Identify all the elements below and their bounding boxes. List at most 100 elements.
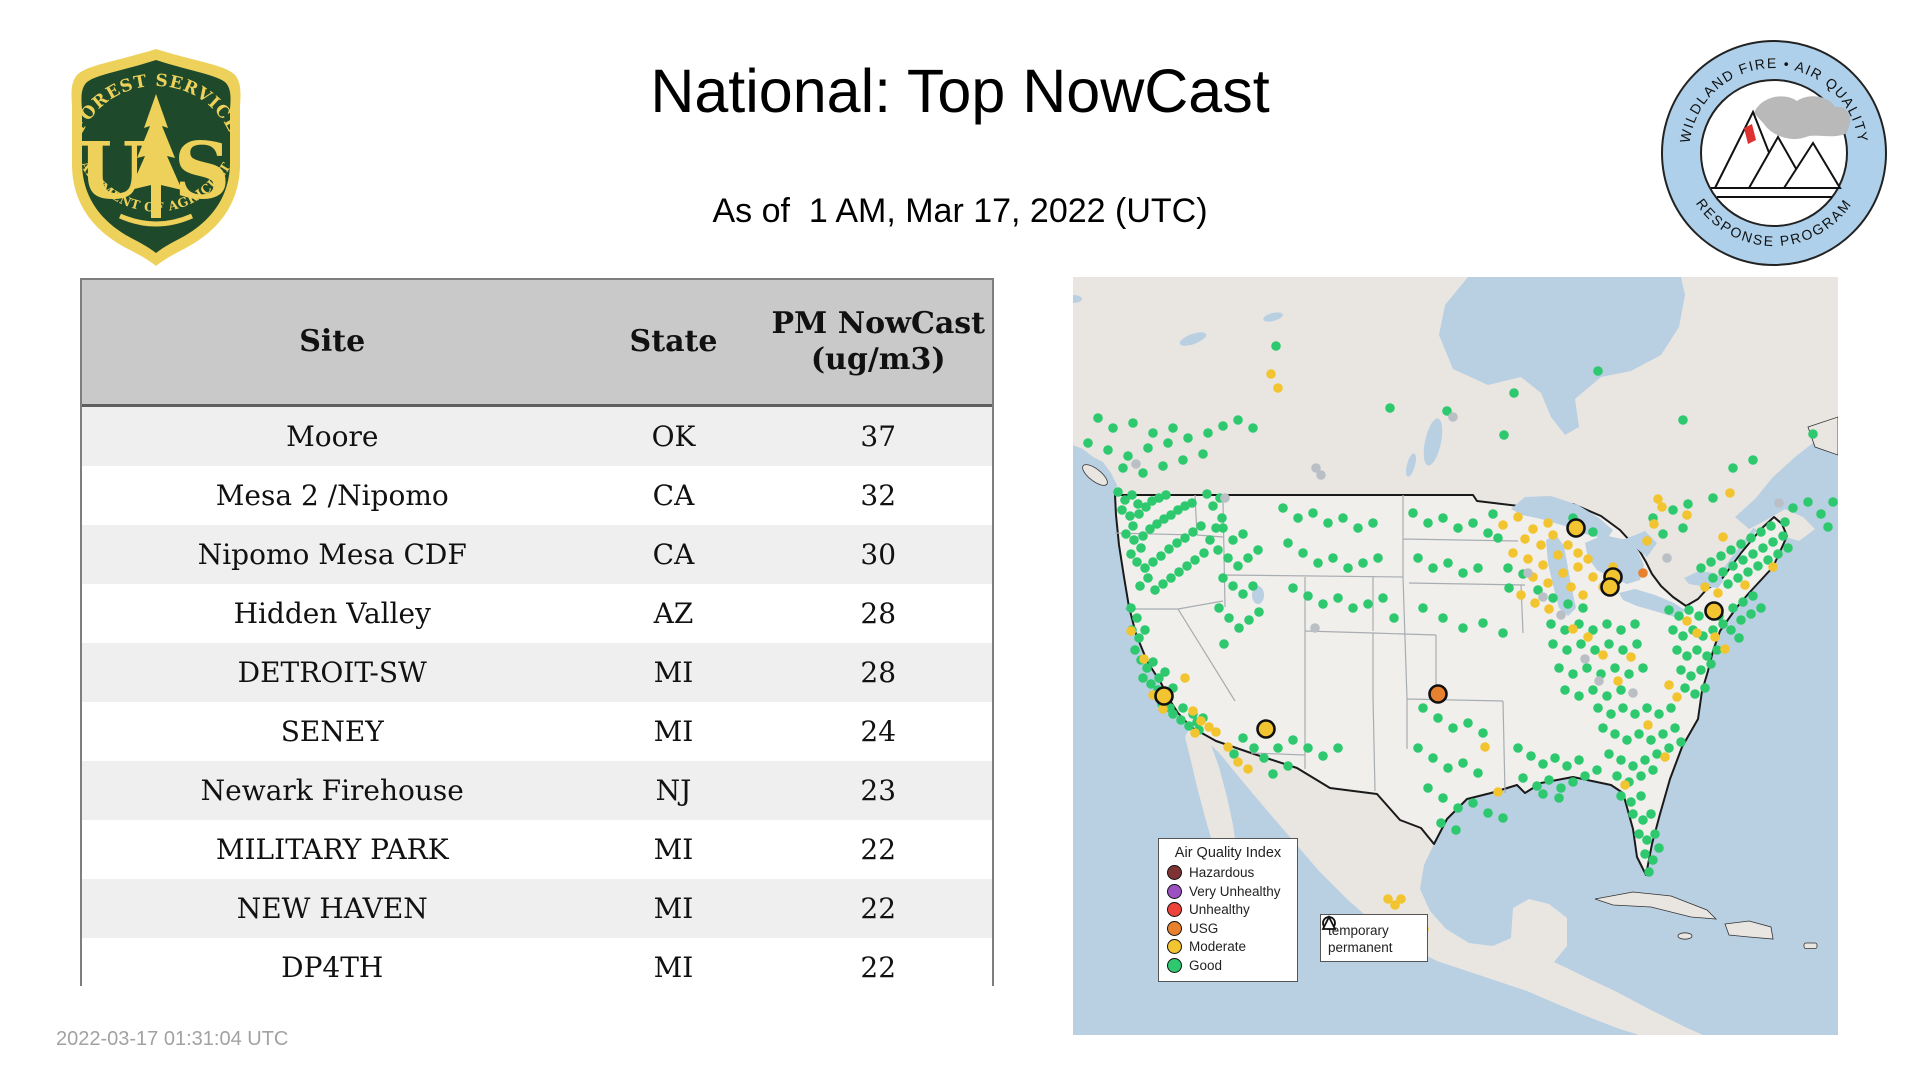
monitor-dot <box>1303 591 1313 601</box>
monitor-dot <box>1746 609 1756 619</box>
monitor-dot <box>1199 548 1209 558</box>
monitor-dot <box>1223 553 1233 563</box>
monitor-dot <box>1180 533 1190 543</box>
monitor-dot <box>1616 755 1626 765</box>
monitor-dot <box>1538 560 1548 570</box>
monitor-dot <box>1126 549 1136 559</box>
monitor-dot <box>1323 518 1333 528</box>
monitor-dot <box>1134 633 1144 643</box>
aqi-legend-label: Good <box>1189 957 1223 973</box>
monitor-dot <box>1578 590 1588 600</box>
monitor-dot <box>1618 645 1628 655</box>
monitor-dot <box>1203 428 1213 438</box>
monitor-dot <box>1654 843 1664 853</box>
monitor-dot <box>1498 628 1508 638</box>
monitor-dot <box>1311 463 1321 473</box>
state-cell: MI <box>653 892 694 925</box>
monitor-dot <box>1118 463 1128 473</box>
table-row: Hidden Valley AZ 28 <box>82 584 992 643</box>
monitor-dot <box>1696 665 1706 675</box>
forest-service-logo: FOREST SERVICE U S DEPARTMENT OF AGRICUL… <box>50 34 256 270</box>
monitor-dot <box>1736 615 1746 625</box>
monitor-dot <box>1640 849 1650 859</box>
monitor-dot <box>1508 548 1518 558</box>
monitor-dot <box>1448 412 1458 422</box>
monitor-dot <box>1135 581 1145 591</box>
monitor-dot <box>1238 589 1248 599</box>
monitor-dot <box>1588 572 1598 582</box>
monitor-dot <box>1708 573 1718 583</box>
monitor-dot <box>1684 605 1694 615</box>
monitor-dot <box>1642 703 1652 713</box>
monitor-dot <box>1436 818 1446 828</box>
monitor-dot <box>1238 529 1248 539</box>
monitor-dot <box>1766 521 1776 531</box>
forest-service-shield-icon: FOREST SERVICE U S DEPARTMENT OF AGRICUL… <box>50 34 242 266</box>
monitor-dot <box>1616 685 1626 695</box>
monitor-dot <box>1556 783 1566 793</box>
monitor-dot <box>1413 553 1423 563</box>
monitor-dot <box>1363 599 1373 609</box>
monitor-dot <box>1626 652 1636 662</box>
monitor-dot <box>1594 676 1604 686</box>
monitor-dot <box>1313 558 1323 568</box>
value-cell: 28 <box>860 656 897 689</box>
monitor-dot <box>1674 611 1684 621</box>
aqi-color-dot-icon <box>1167 883 1182 899</box>
monitor-dot <box>1103 445 1113 455</box>
value-cell: 24 <box>860 715 897 748</box>
monitor-dot <box>1700 683 1710 693</box>
top-site-marker <box>1704 601 1724 621</box>
monitor-dot <box>1143 573 1153 583</box>
monitor-dot <box>1168 423 1178 433</box>
monitor-dot <box>1568 624 1578 634</box>
monitor-dot <box>1443 558 1453 568</box>
monitor-dot <box>1150 585 1160 595</box>
monitor-dot <box>1458 758 1468 768</box>
monitor-dot <box>1803 497 1813 507</box>
monitor-dot <box>1509 388 1519 398</box>
monitor-dot <box>1163 438 1173 448</box>
monitor-dot <box>1478 728 1488 738</box>
monitor-dot <box>1580 654 1590 664</box>
monitor-dot <box>1694 611 1704 621</box>
monitor-dot <box>1716 551 1726 561</box>
value-cell: 22 <box>860 833 897 866</box>
monitor-dot <box>1573 562 1583 572</box>
monitor-dot <box>1636 771 1646 781</box>
monitor-dot <box>1128 418 1138 428</box>
monitor-dot <box>1523 554 1533 564</box>
monitor-dot <box>1248 423 1258 433</box>
monitor-dot <box>1602 619 1612 629</box>
monitor-dot <box>1180 673 1190 683</box>
monitor-dot <box>1638 568 1648 578</box>
monitor-dot <box>1148 428 1158 438</box>
table-row: Newark Firehouse NJ 23 <box>82 761 992 820</box>
legend-label: temporary <box>1328 923 1389 938</box>
value-cell: 22 <box>860 951 897 984</box>
monitor-dot <box>1188 706 1198 716</box>
monitor-dot <box>1558 568 1568 578</box>
monitor-dot <box>1554 793 1564 803</box>
monitor-dot <box>1428 753 1438 763</box>
monitor-dot <box>1520 534 1530 544</box>
monitor-dot <box>1678 523 1688 533</box>
monitor-dot <box>1493 533 1503 543</box>
aqi-legend-item: Very Unhealthy <box>1167 883 1289 899</box>
aqi-color-dot-icon <box>1167 920 1182 936</box>
monitor-dot <box>1423 783 1433 793</box>
monitor-dot <box>1126 603 1136 613</box>
monitor-dot <box>1253 545 1263 555</box>
aqi-legend: Air Quality Index Hazardous Very Unhealth… <box>1158 838 1298 982</box>
monitor-dot <box>1123 451 1133 461</box>
monitor-dot <box>1636 791 1646 801</box>
monitor-dot <box>1473 563 1483 573</box>
monitor-dot <box>1666 703 1676 713</box>
state-cell: MI <box>653 833 694 866</box>
monitor-dot <box>1248 581 1258 591</box>
monitor-dot <box>1244 615 1254 625</box>
monitor-dot <box>1448 723 1458 733</box>
monitor-dot <box>1642 536 1652 546</box>
monitor-dot <box>1563 540 1573 550</box>
monitor-dot <box>1554 663 1564 673</box>
